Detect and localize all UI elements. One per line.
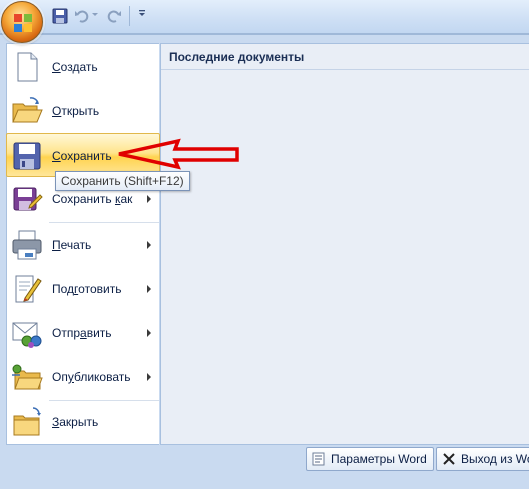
menu-item-label: Отправить	[52, 326, 112, 340]
office-menu: Создать Открыть Сохранить Сохранить как …	[0, 34, 529, 489]
menu-item-label: Создать	[52, 60, 98, 74]
publish-folder-icon	[12, 364, 43, 390]
exit-x-icon	[443, 453, 455, 465]
qat-separator	[129, 6, 130, 26]
exit-word-button[interactable]: Выход из Wo	[436, 447, 529, 471]
menu-item-open[interactable]: Открыть	[7, 89, 159, 133]
menu-item-create[interactable]: Создать	[7, 45, 159, 89]
save-as-icon	[13, 187, 43, 211]
title-bar	[0, 0, 529, 34]
recent-documents-pane: Последние документы	[160, 43, 529, 445]
submenu-arrow-icon	[147, 241, 151, 249]
open-folder-icon	[12, 97, 43, 123]
menu-item-close[interactable]: Закрыть	[7, 400, 159, 444]
menu-commands: Создать Открыть Сохранить Сохранить как …	[6, 43, 160, 445]
submenu-arrow-icon	[147, 329, 151, 337]
save-disk-icon	[13, 142, 41, 170]
undo-dropdown-icon[interactable]	[92, 12, 98, 18]
recent-documents-title: Последние документы	[161, 44, 529, 70]
send-mail-icon	[12, 322, 42, 348]
close-folder-icon	[13, 407, 41, 436]
exit-word-label: Выход из Wo	[461, 452, 529, 466]
menu-item-label: Опубликовать	[52, 370, 131, 384]
menu-item-label: Закрыть	[52, 415, 99, 429]
office-logo-icon	[14, 14, 32, 32]
menu-item-print[interactable]: Печать	[7, 223, 159, 267]
save-icon[interactable]	[52, 8, 68, 24]
printer-icon	[12, 230, 42, 260]
customize-qat-icon[interactable]	[138, 9, 146, 19]
menu-item-publish[interactable]: Опубликовать	[7, 355, 159, 399]
new-document-icon	[17, 52, 38, 82]
save-tooltip: Сохранить (Shift+F12)	[55, 171, 190, 191]
options-icon	[312, 452, 325, 466]
word-options-label: Параметры Word	[331, 452, 427, 466]
submenu-arrow-icon	[147, 195, 151, 203]
menu-item-label: Открыть	[52, 104, 100, 118]
menu-item-send[interactable]: Отправить	[7, 311, 159, 355]
redo-icon[interactable]	[106, 8, 122, 24]
office-button[interactable]	[1, 1, 43, 43]
prepare-pen-icon	[15, 275, 42, 303]
menu-item-label: Печать	[52, 238, 92, 252]
submenu-arrow-icon	[147, 285, 151, 293]
annotation-arrow-icon	[118, 138, 239, 170]
menu-item-prepare[interactable]: Подготовить	[7, 267, 159, 311]
undo-icon[interactable]	[74, 8, 90, 24]
submenu-arrow-icon	[147, 373, 151, 381]
word-options-button[interactable]: Параметры Word	[306, 447, 434, 471]
menu-item-label: Подготовить	[52, 282, 122, 296]
